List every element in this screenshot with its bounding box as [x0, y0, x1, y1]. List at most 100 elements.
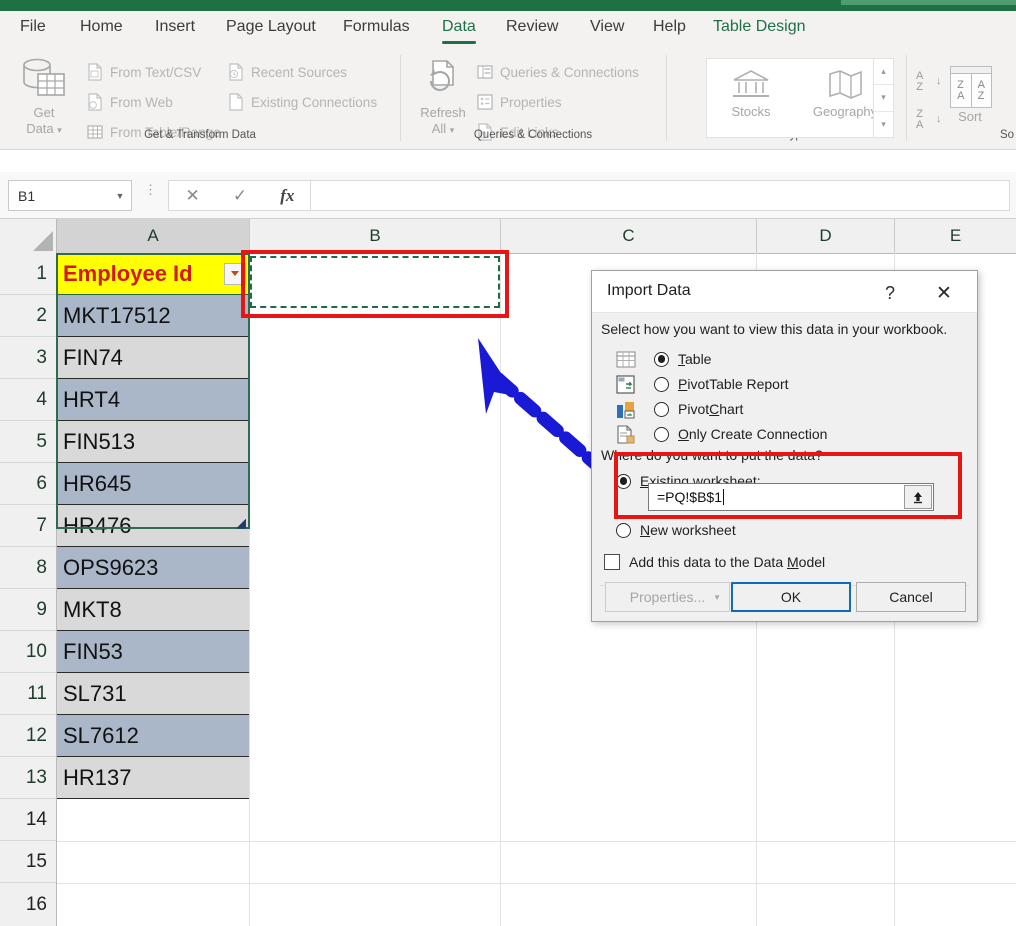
existing-connections-button[interactable]: Existing Connections — [227, 93, 377, 111]
tab-page-layout[interactable]: Page Layout — [226, 18, 316, 36]
tab-help[interactable]: Help — [653, 18, 686, 36]
column-header-d[interactable]: D — [757, 219, 895, 253]
radio-table[interactable] — [654, 352, 669, 367]
tab-insert[interactable]: Insert — [155, 18, 195, 36]
tab-view[interactable]: View — [590, 18, 624, 36]
data-types-scroll-spinner[interactable]: ▴ ▾ ▾ — [873, 58, 894, 138]
column-header-e[interactable]: E — [895, 219, 1016, 253]
row-header-15[interactable]: 15 — [0, 841, 56, 883]
formula-input[interactable] — [310, 180, 1010, 211]
radio-only-connection[interactable] — [654, 427, 669, 442]
cell-a6[interactable]: HR645 — [57, 463, 249, 505]
cell-a7[interactable]: HR476 — [57, 505, 249, 547]
table-resize-handle[interactable]: ◢ — [236, 515, 249, 528]
tab-home[interactable]: Home — [80, 18, 123, 36]
tab-review[interactable]: Review — [506, 18, 558, 36]
scroll-up-icon[interactable]: ▴ — [874, 59, 893, 85]
tab-table-design[interactable]: Table Design — [713, 18, 806, 36]
option-new-worksheet[interactable]: New worksheet — [616, 517, 736, 543]
row-header-16[interactable]: 16 — [0, 883, 56, 926]
column-header-c[interactable]: C — [501, 219, 757, 253]
row-header-2-label: 2 — [36, 305, 47, 327]
dialog-title: Import Data — [607, 282, 691, 300]
column-header-a[interactable]: A — [57, 219, 250, 253]
cell-a1[interactable]: Employee Id — [57, 253, 249, 295]
row-header-14[interactable]: 14 — [0, 799, 56, 841]
option-pivottable[interactable]: PivotTable Report — [616, 371, 789, 397]
refresh-all-button[interactable]: Refresh All ▾ — [412, 57, 474, 138]
data-types-gallery: Stocks Geography — [706, 58, 894, 138]
row-header-5[interactable]: 5 — [0, 421, 56, 463]
radio-pivotchart[interactable] — [654, 402, 669, 417]
close-icon[interactable]: ✕ — [929, 279, 959, 307]
cell-a4[interactable]: HRT4 — [57, 379, 249, 421]
from-text-csv-button[interactable]: From Text/CSV — [86, 63, 201, 81]
row-header-3[interactable]: 3 — [0, 337, 56, 379]
cell-a11[interactable]: SL731 — [57, 673, 249, 715]
option-pivotchart[interactable]: PivotChart — [616, 396, 743, 422]
row-header-10[interactable]: 10 — [0, 631, 56, 673]
row-header-4[interactable]: 4 — [0, 379, 56, 421]
radio-pivottable[interactable] — [654, 377, 669, 392]
properties-dialog-button[interactable]: Properties... ▼ — [605, 582, 730, 612]
cell-a3[interactable]: FIN74 — [57, 337, 249, 379]
data-model-checkbox-row[interactable]: Add this data to the Data Model — [604, 549, 825, 575]
column-header-c-label: C — [622, 226, 634, 246]
cell-a4-text: HRT4 — [63, 387, 120, 413]
cell-a2[interactable]: MKT17512 — [57, 295, 249, 337]
cell-a8[interactable]: OPS9623 — [57, 547, 249, 589]
cell-a12[interactable]: SL7612 — [57, 715, 249, 757]
chevron-down-icon[interactable]: ▼ — [713, 593, 721, 602]
column-header-b[interactable]: B — [250, 219, 501, 253]
radio-new-worksheet[interactable] — [616, 523, 631, 538]
row-header-1[interactable]: 1 — [0, 253, 56, 295]
formula-bar-handle[interactable]: ⋮ — [144, 186, 157, 194]
cancel-icon[interactable]: ✕ — [169, 186, 216, 206]
data-model-checkbox[interactable] — [604, 554, 620, 570]
cell-a10[interactable]: FIN53 — [57, 631, 249, 673]
ok-button-label: OK — [781, 589, 801, 605]
tab-file[interactable]: File — [20, 18, 46, 36]
recent-sources-button[interactable]: Recent Sources — [227, 63, 347, 81]
properties-button[interactable]: Properties — [476, 93, 562, 111]
recent-sources-label: Recent Sources — [251, 65, 347, 80]
get-data-button[interactable]: Get Data ▾ — [12, 57, 76, 138]
formula-bar-actions: ✕ ✓ fx — [168, 180, 312, 211]
gridline-h-14 — [57, 841, 1016, 842]
row-header-8[interactable]: 8 — [0, 547, 56, 589]
queries-connections-button[interactable]: Queries & Connections — [476, 63, 639, 81]
option-table[interactable]: Table — [616, 346, 711, 372]
cell-a13[interactable]: HR137 — [57, 757, 249, 799]
row-header-6[interactable]: 6 — [0, 463, 56, 505]
row-header-7[interactable]: 7 — [0, 505, 56, 547]
sort-ascending-button[interactable]: AZ↓ — [916, 71, 923, 93]
help-icon[interactable]: ? — [875, 279, 905, 307]
scroll-down-icon[interactable]: ▾ — [874, 85, 893, 111]
tab-data[interactable]: Data — [442, 18, 476, 36]
row-header-9[interactable]: 9 — [0, 589, 56, 631]
row-header-6-label: 6 — [36, 473, 47, 495]
cell-a9[interactable]: MKT8 — [57, 589, 249, 631]
dialog-title-bar: Import Data ? ✕ — [592, 271, 977, 313]
cancel-button[interactable]: Cancel — [856, 582, 966, 612]
from-web-button[interactable]: From Web — [86, 93, 173, 111]
row-header-2[interactable]: 2 — [0, 295, 56, 337]
sort-dialog-button[interactable]: ZAAZ — [950, 66, 992, 108]
insert-function-icon[interactable]: fx — [264, 186, 311, 206]
tab-formulas[interactable]: Formulas — [343, 18, 410, 36]
name-box[interactable]: B1 ▼ — [8, 180, 132, 211]
row-header-12[interactable]: 12 — [0, 715, 56, 757]
select-all-corner[interactable] — [0, 219, 57, 254]
cell-a5[interactable]: FIN513 — [57, 421, 249, 463]
option-only-connection[interactable]: Only Create Connection — [616, 421, 827, 447]
ok-button[interactable]: OK — [731, 582, 851, 612]
row-header-11[interactable]: 11 — [0, 673, 56, 715]
tab-help-label: Help — [653, 18, 686, 35]
sort-descending-button[interactable]: ZA↓ — [916, 109, 923, 131]
row-header-13[interactable]: 13 — [0, 757, 56, 799]
confirm-icon[interactable]: ✓ — [216, 186, 263, 206]
row-header-15-label: 15 — [26, 851, 47, 873]
chevron-down-icon[interactable]: ▼ — [109, 191, 131, 201]
stocks-button[interactable]: Stocks — [711, 67, 791, 119]
gallery-more-icon[interactable]: ▾ — [874, 112, 893, 137]
